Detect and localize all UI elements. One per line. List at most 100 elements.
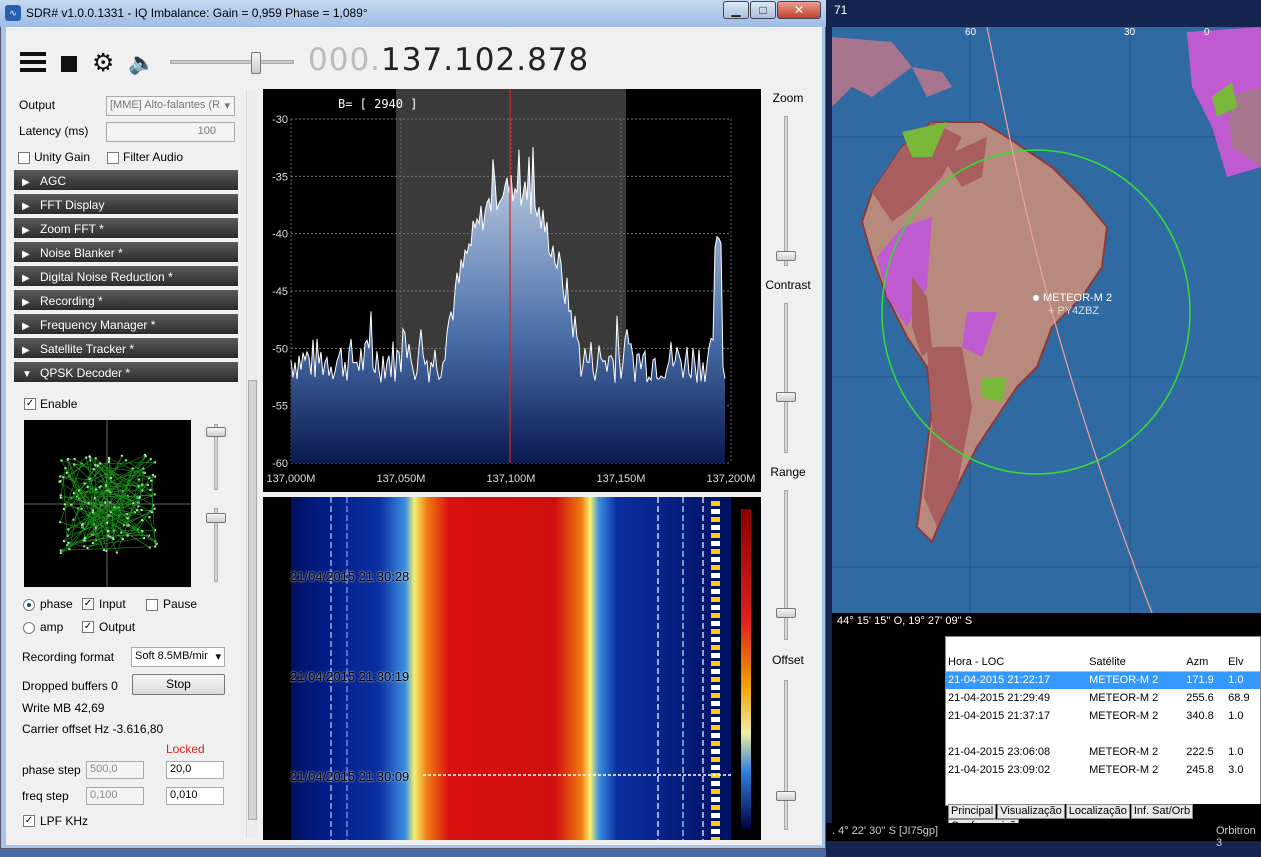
window-title: SDR# v1.0.0.1331 - IQ Imbalance: Gain = … [26,6,368,20]
carrier-dash [711,541,720,546]
hamburger-icon[interactable] [20,52,46,74]
spectrum-display[interactable]: -30 -35 -40 -45 -50 -55 -60 137,000M 137,050M 137… [263,89,761,492]
volume-thumb[interactable] [250,52,261,74]
x-tick-label: 137,100M [487,473,536,485]
lpf-label: LPF KHz [40,814,89,828]
freq-step-input-a[interactable]: 0,100 [86,787,144,805]
qpsk-slider-1-thumb[interactable] [206,427,226,437]
carrier-dash [711,757,720,762]
minimize-button[interactable]: ▁ [723,1,749,19]
offset-thumb[interactable] [776,791,796,801]
enable-checkbox[interactable]: ✓ [24,398,36,410]
table-row[interactable]: 21-04-2015 21:29:49 METEOR-M 2 255.6 68.9 [946,689,1260,707]
world-map[interactable]: METEOR-M 2 + PY4ZBZ [832,27,1261,613]
carrier-dash [711,821,720,826]
amp-label: amp [40,620,64,634]
input-checkbox[interactable]: ✓ [82,598,94,610]
offset-slider[interactable] [784,680,788,830]
lpf-checkbox[interactable]: ✓ [23,815,35,827]
carrier-offset: Carrier offset Hz -3.616,80 [22,722,164,736]
col-hora[interactable]: Hora - LOC [946,653,1088,672]
output-checkbox[interactable]: ✓ [82,621,94,633]
expand-icon: ▶ [22,297,30,308]
close-button[interactable]: ✕ [777,1,821,19]
pass-list[interactable]: Hora - LOC Satélite Azm Elv 21-04-2015 2… [945,636,1261,806]
carrier-dash [711,685,720,690]
phase-step-input-a[interactable]: 500,0 [86,761,144,779]
col-azm[interactable]: Azm [1184,653,1227,672]
speaker-icon[interactable]: 🔈 [128,50,155,76]
tab-visualizacao[interactable]: Visualização [997,804,1065,819]
range-thumb[interactable] [776,608,796,618]
expand-icon: ▶ [22,345,30,356]
output-value: [MME] Alto-falantes (R [110,99,221,111]
panel-noise-blanker[interactable]: ▶ Noise Blanker * [14,242,238,264]
y-tick-label: -35 [272,171,288,183]
panel-digital-noise-reduction[interactable]: ▶ Digital Noise Reduction * [14,266,238,288]
waterfall-display[interactable]: 21/04/2015 21:30:28 21/04/2015 21:30:19 … [263,497,761,840]
pause-checkbox[interactable] [146,599,158,611]
carrier-dash [711,605,720,610]
table-row[interactable]: 21-04-2015 23:09:02 METEOR-M 2 245.8 3.0 [946,761,1260,779]
output-select[interactable]: [MME] Alto-falantes (R ▾ [106,96,235,116]
panel-zoom-fft[interactable]: ▶ Zoom FFT * [14,218,238,240]
latency-input[interactable]: 100 [106,122,235,142]
timestamp: 21/04/2015 21:30:28 [290,569,410,584]
panel-agc[interactable]: ▶ AGC [14,170,238,192]
zoom-thumb[interactable] [776,251,796,261]
unity-gain-checkbox[interactable] [18,152,30,164]
contrast-slider[interactable] [784,303,788,453]
panel-qpsk-decoder[interactable]: ▼ QPSK Decoder * [14,362,238,384]
gear-icon[interactable]: ⚙ [92,49,114,77]
carrier-dash [711,589,720,594]
y-tick-label: -50 [272,343,288,355]
freq-digits: 137.102.878 [381,42,590,78]
recording-format-select[interactable]: Soft 8.5MB/mir ▾ [131,647,225,667]
freq-leading-digits: 000. [308,42,382,78]
panel-satellite-tracker[interactable]: ▶ Satellite Tracker * [14,338,238,360]
tab-inf-sat[interactable]: Inf. Sat/Orb [1130,804,1194,819]
panel-frequency-manager[interactable]: ▶ Frequency Manager * [14,314,238,336]
tab-localizacao[interactable]: Localização [1065,804,1130,819]
qpsk-slider-2-thumb[interactable] [206,513,226,523]
carrier-dash [711,677,720,682]
carrier-dash [711,749,720,754]
panel-fft-display[interactable]: ▶ FFT Display [14,194,238,216]
col-elv[interactable]: Elv [1226,653,1260,672]
table-row[interactable]: 21-04-2015 23:06:08 METEOR-M 2 222.5 1.0 [946,743,1260,761]
col-satelite[interactable]: Satélite [1087,653,1185,672]
expand-icon: ▶ [22,321,30,332]
freq-step-input-b[interactable]: 0,010 [166,787,224,805]
station-label: + PY4ZBZ [1048,305,1100,317]
carrier-dash [711,837,720,840]
carrier-dash [711,813,720,818]
title-bar: ∿ SDR# v1.0.0.1331 - IQ Imbalance: Gain … [0,0,826,27]
table-row[interactable]: 21-04-2015 21:37:17 METEOR-M 2 340.8 1.0 [946,707,1260,725]
maximize-button[interactable]: □ [750,1,776,19]
carrier-dash [711,829,720,834]
y-tick-label: -60 [272,458,288,470]
contrast-thumb[interactable] [776,392,796,402]
tab-principal[interactable]: Principal [948,804,997,819]
stop-icon[interactable] [61,56,77,72]
table-row[interactable] [946,725,1260,743]
volume-slider[interactable] [170,52,294,74]
carrier-dash [711,581,720,586]
panel-recording[interactable]: ▶ Recording * [14,290,238,312]
phase-radio[interactable] [23,599,35,611]
table-row[interactable]: 21-04-2015 21:22:17 METEOR-M 2 171.9 1.0 [946,671,1260,689]
filter-audio-checkbox[interactable] [107,152,119,164]
carrier-dash [711,565,720,570]
map-lon-60: 60 [965,27,977,38]
phase-step-input-b[interactable]: 20,0 [166,761,224,779]
unity-gain-label: Unity Gain [34,150,91,164]
scrollbar-thumb[interactable] [248,380,257,820]
map-statusbar: . 4° 22' 30'' S [JI75gp] Orbitron 3 [826,823,1261,849]
zoom-slider[interactable] [784,116,788,266]
amp-radio[interactable] [23,622,35,634]
stop-button[interactable]: Stop [132,674,225,695]
constellation-trace [60,468,66,496]
carrier-dash [711,733,720,738]
frequency-display[interactable]: 000.137.102.878 [308,42,589,78]
panel-scrollbar[interactable] [246,90,258,838]
